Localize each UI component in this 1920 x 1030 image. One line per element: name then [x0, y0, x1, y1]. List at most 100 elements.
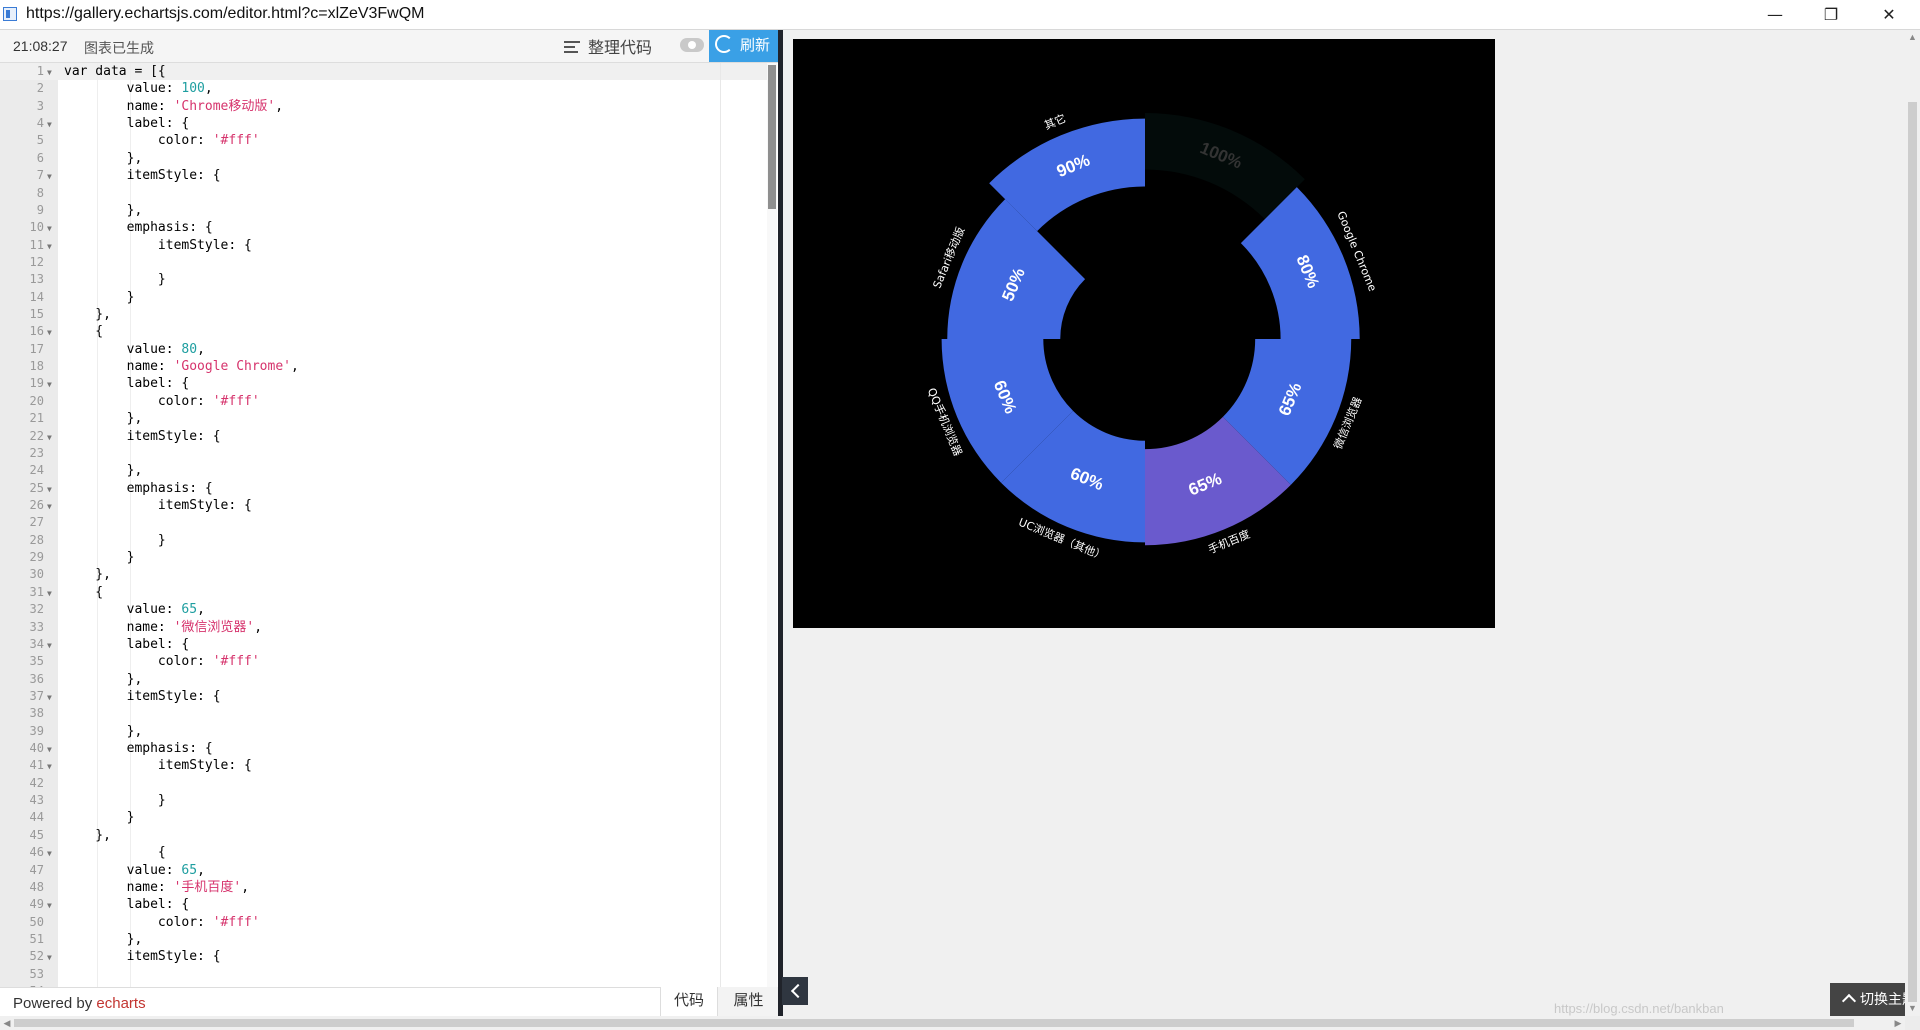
code-line[interactable]: 43 }	[0, 792, 778, 809]
restore-button[interactable]: ❐	[1808, 0, 1854, 29]
code-line[interactable]: 23	[0, 445, 778, 462]
code-line[interactable]: 15 },	[0, 306, 778, 323]
code-line[interactable]: 37 ▼ itemStyle: {	[0, 688, 778, 705]
window-vertical-scrollbar[interactable]: ▲ ▼	[1905, 30, 1920, 1016]
code-line[interactable]: 9 },	[0, 202, 778, 219]
code-line[interactable]: 20 color: '#fff'	[0, 393, 778, 410]
code-line[interactable]: 38	[0, 705, 778, 722]
code-line[interactable]: 5 color: '#fff'	[0, 132, 778, 149]
code-line[interactable]: 17 value: 80,	[0, 341, 778, 358]
code-line[interactable]: 34 ▼ label: {	[0, 636, 778, 653]
code-line[interactable]: 42	[0, 775, 778, 792]
address-url[interactable]: https://gallery.echartsjs.com/editor.htm…	[26, 5, 425, 23]
fold-toggle-icon[interactable]: ▼	[47, 845, 52, 862]
window-horizontal-scrollbar[interactable]: ◀ ▶	[0, 1016, 1905, 1030]
close-button[interactable]: ✕	[1866, 0, 1912, 29]
code-line[interactable]: 50 color: '#fff'	[0, 914, 778, 931]
code-line[interactable]: 53	[0, 966, 778, 983]
scroll-up-icon[interactable]: ▲	[1905, 30, 1920, 45]
code-line[interactable]: 8	[0, 185, 778, 202]
format-code-button[interactable]: 整理代码	[564, 34, 652, 58]
code-line[interactable]: 45 },	[0, 827, 778, 844]
minimize-button[interactable]: —	[1752, 0, 1798, 29]
code-line[interactable]: 27	[0, 514, 778, 531]
code-line[interactable]: 30 },	[0, 566, 778, 583]
code-lines[interactable]: 1 ▼ var data = [{2 value: 100, 3 name: 'Chr…	[0, 63, 778, 987]
fold-toggle-icon[interactable]: ▼	[47, 116, 52, 133]
collapse-editor-button[interactable]	[782, 977, 808, 1005]
code-line[interactable]: 13 }	[0, 271, 778, 288]
code-line[interactable]: 1 ▼ var data = [{	[0, 63, 778, 80]
code-line[interactable]: 36 },	[0, 671, 778, 688]
code-line[interactable]: 33 name: '微信浏览器',	[0, 619, 778, 636]
code-line[interactable]: 10 ▼ emphasis: {	[0, 219, 778, 236]
fold-toggle-icon[interactable]: ▼	[47, 758, 52, 775]
fold-toggle-icon[interactable]: ▼	[47, 897, 52, 914]
code-line[interactable]: 21 },	[0, 410, 778, 427]
code-line[interactable]: 16 ▼ {	[0, 323, 778, 340]
code-line[interactable]: 26 ▼ itemStyle: {	[0, 497, 778, 514]
line-number: 19	[29, 376, 44, 391]
code-line[interactable]: 51 },	[0, 931, 778, 948]
code-line[interactable]: 41 ▼ itemStyle: {	[0, 757, 778, 774]
code-editor[interactable]: 1 ▼ var data = [{2 value: 100, 3 name: 'Chr…	[0, 63, 778, 987]
fold-toggle-icon[interactable]: ▼	[47, 741, 52, 758]
code-line[interactable]: 31 ▼ {	[0, 584, 778, 601]
fold-toggle-icon[interactable]: ▼	[47, 324, 52, 341]
code-line[interactable]: 11 ▼ itemStyle: {	[0, 237, 778, 254]
code-line[interactable]: 25 ▼ emphasis: {	[0, 480, 778, 497]
code-line[interactable]: 4 ▼ label: {	[0, 115, 778, 132]
code-line[interactable]: 3 name: 'Chrome移动版',	[0, 98, 778, 115]
auto-run-toggle[interactable]	[680, 38, 704, 52]
fold-toggle-icon[interactable]: ▼	[47, 637, 52, 654]
code-line[interactable]: 18 name: 'Google Chrome',	[0, 358, 778, 375]
rose-chart[interactable]: 100%80% Google Chrome65% 微信浏览器65%手机百度60%UC…	[793, 39, 1495, 628]
code-line[interactable]: 40 ▼ emphasis: {	[0, 740, 778, 757]
code-line[interactable]: 29 }	[0, 549, 778, 566]
code-line[interactable]: 47 value: 65,	[0, 862, 778, 879]
code-line[interactable]: 2 value: 100,	[0, 80, 778, 97]
code-line[interactable]: 14 }	[0, 289, 778, 306]
code-line[interactable]: 6 },	[0, 150, 778, 167]
code-line[interactable]: 24 },	[0, 462, 778, 479]
fold-toggle-icon[interactable]: ▼	[47, 585, 52, 602]
echarts-link[interactable]: echarts	[96, 995, 145, 1012]
fold-toggle-icon[interactable]: ▼	[47, 168, 52, 185]
line-number: 22	[29, 428, 44, 443]
editor-vertical-scrollbar[interactable]	[767, 63, 777, 987]
code-line[interactable]: 12	[0, 254, 778, 271]
code-line[interactable]: 52 ▼ itemStyle: {	[0, 948, 778, 965]
refresh-button[interactable]: 刷新	[709, 30, 778, 62]
fold-toggle-icon[interactable]: ▼	[47, 64, 52, 81]
tab-code[interactable]: 代码	[660, 987, 717, 1016]
code-line[interactable]: 7 ▼ itemStyle: {	[0, 167, 778, 184]
fold-toggle-icon[interactable]: ▼	[47, 689, 52, 706]
code-line[interactable]: 39 },	[0, 723, 778, 740]
fold-toggle-icon[interactable]: ▼	[47, 220, 52, 237]
switch-theme-button[interactable]: 切换主题	[1830, 983, 1905, 1016]
code-line[interactable]: 49 ▼ label: {	[0, 896, 778, 913]
scroll-down-icon[interactable]: ▼	[1905, 1001, 1920, 1016]
window-vscroll-thumb[interactable]	[1908, 102, 1917, 1002]
code-line[interactable]: 46 ▼ {	[0, 844, 778, 861]
code-line[interactable]: 48 name: '手机百度',	[0, 879, 778, 896]
tab-properties[interactable]: 属性	[717, 987, 779, 1016]
code-line[interactable]: 32 value: 65,	[0, 601, 778, 618]
fold-toggle-icon[interactable]: ▼	[47, 429, 52, 446]
code-line[interactable]: 44 }	[0, 809, 778, 826]
window-hscroll-thumb[interactable]	[14, 1019, 1854, 1027]
fold-toggle-icon[interactable]: ▼	[47, 238, 52, 255]
code-line[interactable]: 22 ▼ itemStyle: {	[0, 428, 778, 445]
fold-toggle-icon[interactable]: ▼	[47, 376, 52, 393]
code-line[interactable]: 19 ▼ label: {	[0, 375, 778, 392]
fold-toggle-icon[interactable]: ▼	[47, 498, 52, 515]
code-line[interactable]: 35 color: '#fff'	[0, 653, 778, 670]
fold-toggle-icon[interactable]: ▼	[47, 481, 52, 498]
fold-toggle-icon[interactable]: ▼	[47, 949, 52, 966]
editor-scroll-thumb[interactable]	[768, 65, 776, 209]
code-line[interactable]: 28 }	[0, 532, 778, 549]
scroll-left-icon[interactable]: ◀	[0, 1016, 14, 1030]
line-number: 48	[29, 879, 44, 894]
scroll-right-icon[interactable]: ▶	[1891, 1016, 1905, 1030]
chart-canvas[interactable]: 100% 80% Google Chrome 65% 微信浏览器 65% 手机百度 60% UC…	[793, 39, 1495, 628]
